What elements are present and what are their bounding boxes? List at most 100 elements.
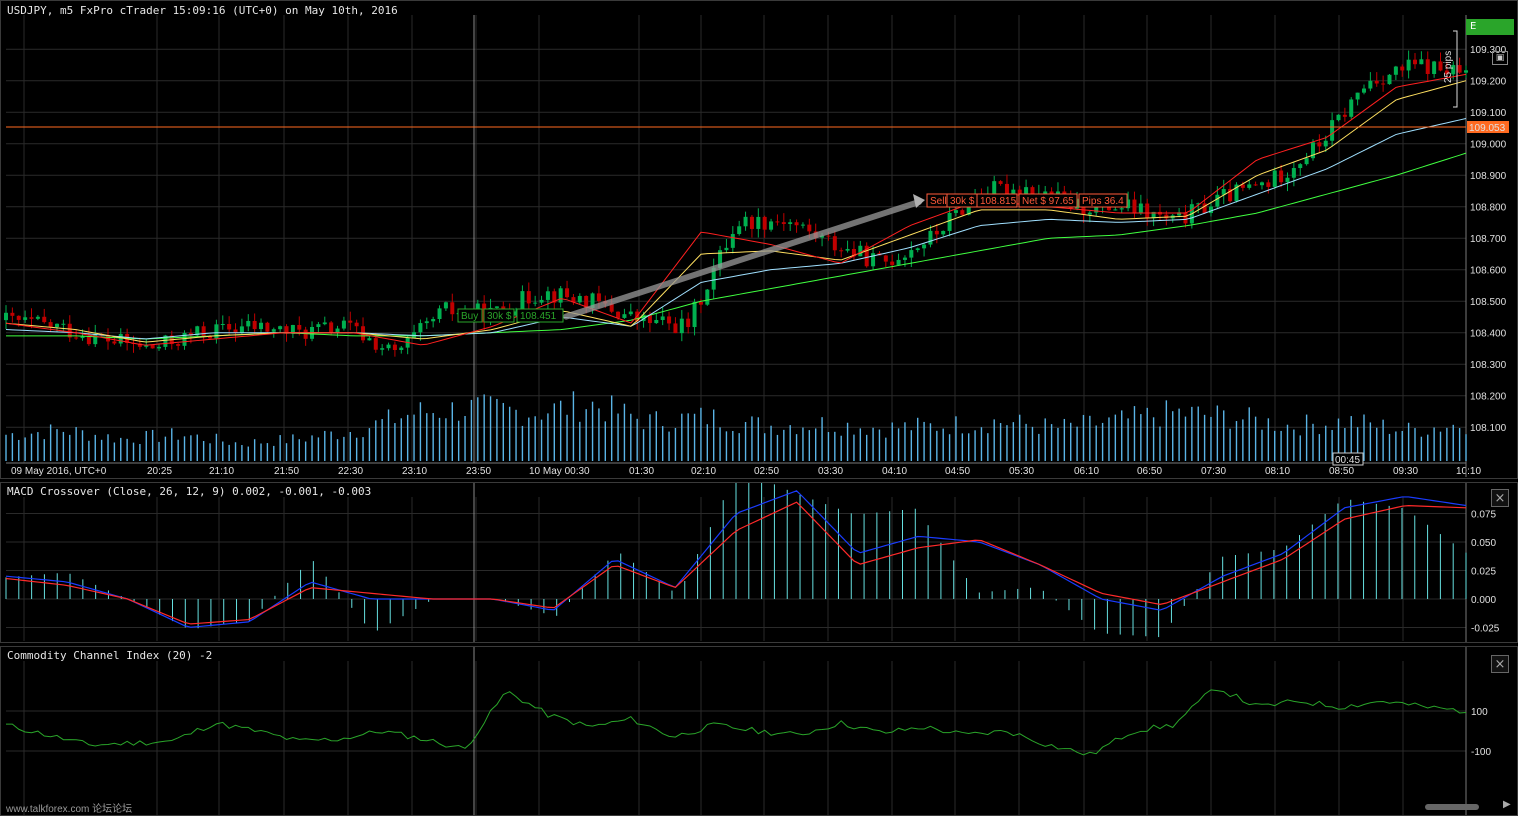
candle-body [399, 347, 404, 350]
buy-price-label: 108.451 [520, 311, 557, 322]
sell-volume-label: 30k $ [950, 196, 975, 207]
horizontal-scrollbar[interactable] [1425, 804, 1479, 810]
candle-body [322, 322, 327, 325]
candle-body [1266, 182, 1271, 187]
time-axis-label: 06:10 [1074, 466, 1099, 477]
candle-body [832, 236, 837, 251]
time-axis-label: 09 May 2016, UTC+0 [11, 466, 107, 477]
candle-body [265, 322, 270, 332]
watermark: www.talkforex.com 论坛论坛 [6, 804, 133, 815]
ema-mid-line [5, 80, 1467, 343]
candle-body [1164, 214, 1169, 219]
scroll-right-icon[interactable]: ▶ [1503, 799, 1511, 810]
candle-body [826, 235, 831, 237]
candle-body [928, 230, 933, 245]
current-price-label: 109.053 [1469, 123, 1506, 134]
candle-body [386, 344, 391, 349]
candle-body [380, 348, 385, 350]
candle-body [80, 336, 85, 339]
candle-body [367, 338, 372, 341]
candle-body [220, 323, 225, 325]
macd-close-icon[interactable]: × [1491, 489, 1509, 507]
candle-body [246, 320, 251, 327]
candle-body [354, 322, 359, 327]
candle-body [947, 212, 952, 231]
candle-body [329, 322, 334, 333]
candle-body [392, 344, 397, 350]
candle-body [86, 336, 91, 345]
price-axis-label: 108.100 [1470, 423, 1507, 434]
candle-body [316, 324, 321, 328]
ema-slow-line [5, 118, 1467, 340]
candle-body [424, 321, 429, 324]
candle-body [157, 346, 162, 349]
candle-body [1355, 92, 1360, 100]
candle-body [1183, 212, 1188, 224]
price-axis-label: 108.500 [1470, 297, 1507, 308]
candle-body [1349, 99, 1354, 117]
candle-body [890, 261, 895, 265]
candle-body [1272, 170, 1277, 187]
time-axis-label: 20:25 [147, 466, 172, 477]
price-chart-pane[interactable]: USDJPY, m5 FxPro cTrader 15:09:16 (UTC+0… [0, 0, 1518, 479]
candle-body [1400, 66, 1405, 71]
sell-net-label: Net $ 97.65 [1022, 196, 1074, 207]
candle-body [896, 259, 901, 265]
candle-body [705, 289, 710, 305]
macd-canvas[interactable]: 0.075 0.050 0.025 0.000 -0.025 [1, 483, 1517, 642]
cci-canvas[interactable]: 100 -100 [1, 647, 1517, 815]
camera-icon[interactable]: ▣ [1492, 51, 1508, 65]
candle-body [1317, 142, 1322, 147]
candle-body [1145, 203, 1150, 219]
candle-body [698, 301, 703, 305]
candle-body [112, 341, 117, 344]
candle-body [660, 316, 665, 320]
time-axis-label: 03:30 [818, 466, 843, 477]
candle-body [526, 291, 531, 304]
candle-body [762, 216, 767, 230]
macd-indicator-pane[interactable]: MACD Crossover (Close, 26, 12, 9) 0.002,… [0, 482, 1518, 643]
time-axis-label: 07:30 [1201, 466, 1226, 477]
candle-body [1087, 212, 1092, 215]
candle-body [29, 317, 34, 319]
candle-body [1419, 59, 1424, 65]
sell-pips-label: Pips 36.4 [1082, 196, 1124, 207]
time-axis-label: 05:30 [1009, 466, 1034, 477]
time-axis-label: 09:30 [1393, 466, 1418, 477]
candle-body [348, 320, 353, 323]
candle-body [800, 224, 805, 226]
candle-body [622, 314, 627, 318]
time-axis-label: 21:50 [274, 466, 299, 477]
candle-body [1202, 203, 1207, 214]
candle-body [42, 316, 47, 323]
candle-body [909, 250, 914, 258]
price-axis-label: 108.300 [1470, 360, 1507, 371]
cci-indicator-pane[interactable]: Commodity Channel Index (20) -2 100 -100 … [0, 646, 1518, 816]
candle-body [686, 318, 691, 328]
candle-body [1298, 164, 1303, 169]
candle-body [679, 318, 684, 334]
time-axis-label: 08:50 [1329, 466, 1354, 477]
candle-body [1119, 208, 1124, 210]
candle-body [201, 326, 206, 337]
candle-body [93, 333, 98, 345]
candle-body [1368, 80, 1373, 89]
candle-body [1215, 194, 1220, 207]
candle-body [437, 308, 442, 320]
candle-body [1113, 209, 1118, 211]
price-axis-label: 108.600 [1470, 266, 1507, 277]
macd-axis-label: 0.000 [1471, 595, 1496, 606]
buy-volume-label: 30k $ [487, 311, 512, 322]
candle-body [271, 329, 276, 332]
candle-body [998, 181, 1003, 184]
candle-body [756, 216, 761, 229]
price-chart-canvas[interactable]: 09 May 2016, UTC+0 20:25 21:10 21:50 22:30 23… [1, 1, 1517, 478]
toolbar-mode-button[interactable]: E [1466, 19, 1514, 35]
candle-body [596, 293, 601, 302]
cci-close-icon[interactable]: × [1491, 655, 1509, 673]
candle-body [743, 216, 748, 227]
candle-body [565, 288, 570, 298]
candle-body [628, 311, 633, 315]
candle-body [654, 319, 659, 324]
price-axis-label: 108.900 [1470, 171, 1507, 182]
